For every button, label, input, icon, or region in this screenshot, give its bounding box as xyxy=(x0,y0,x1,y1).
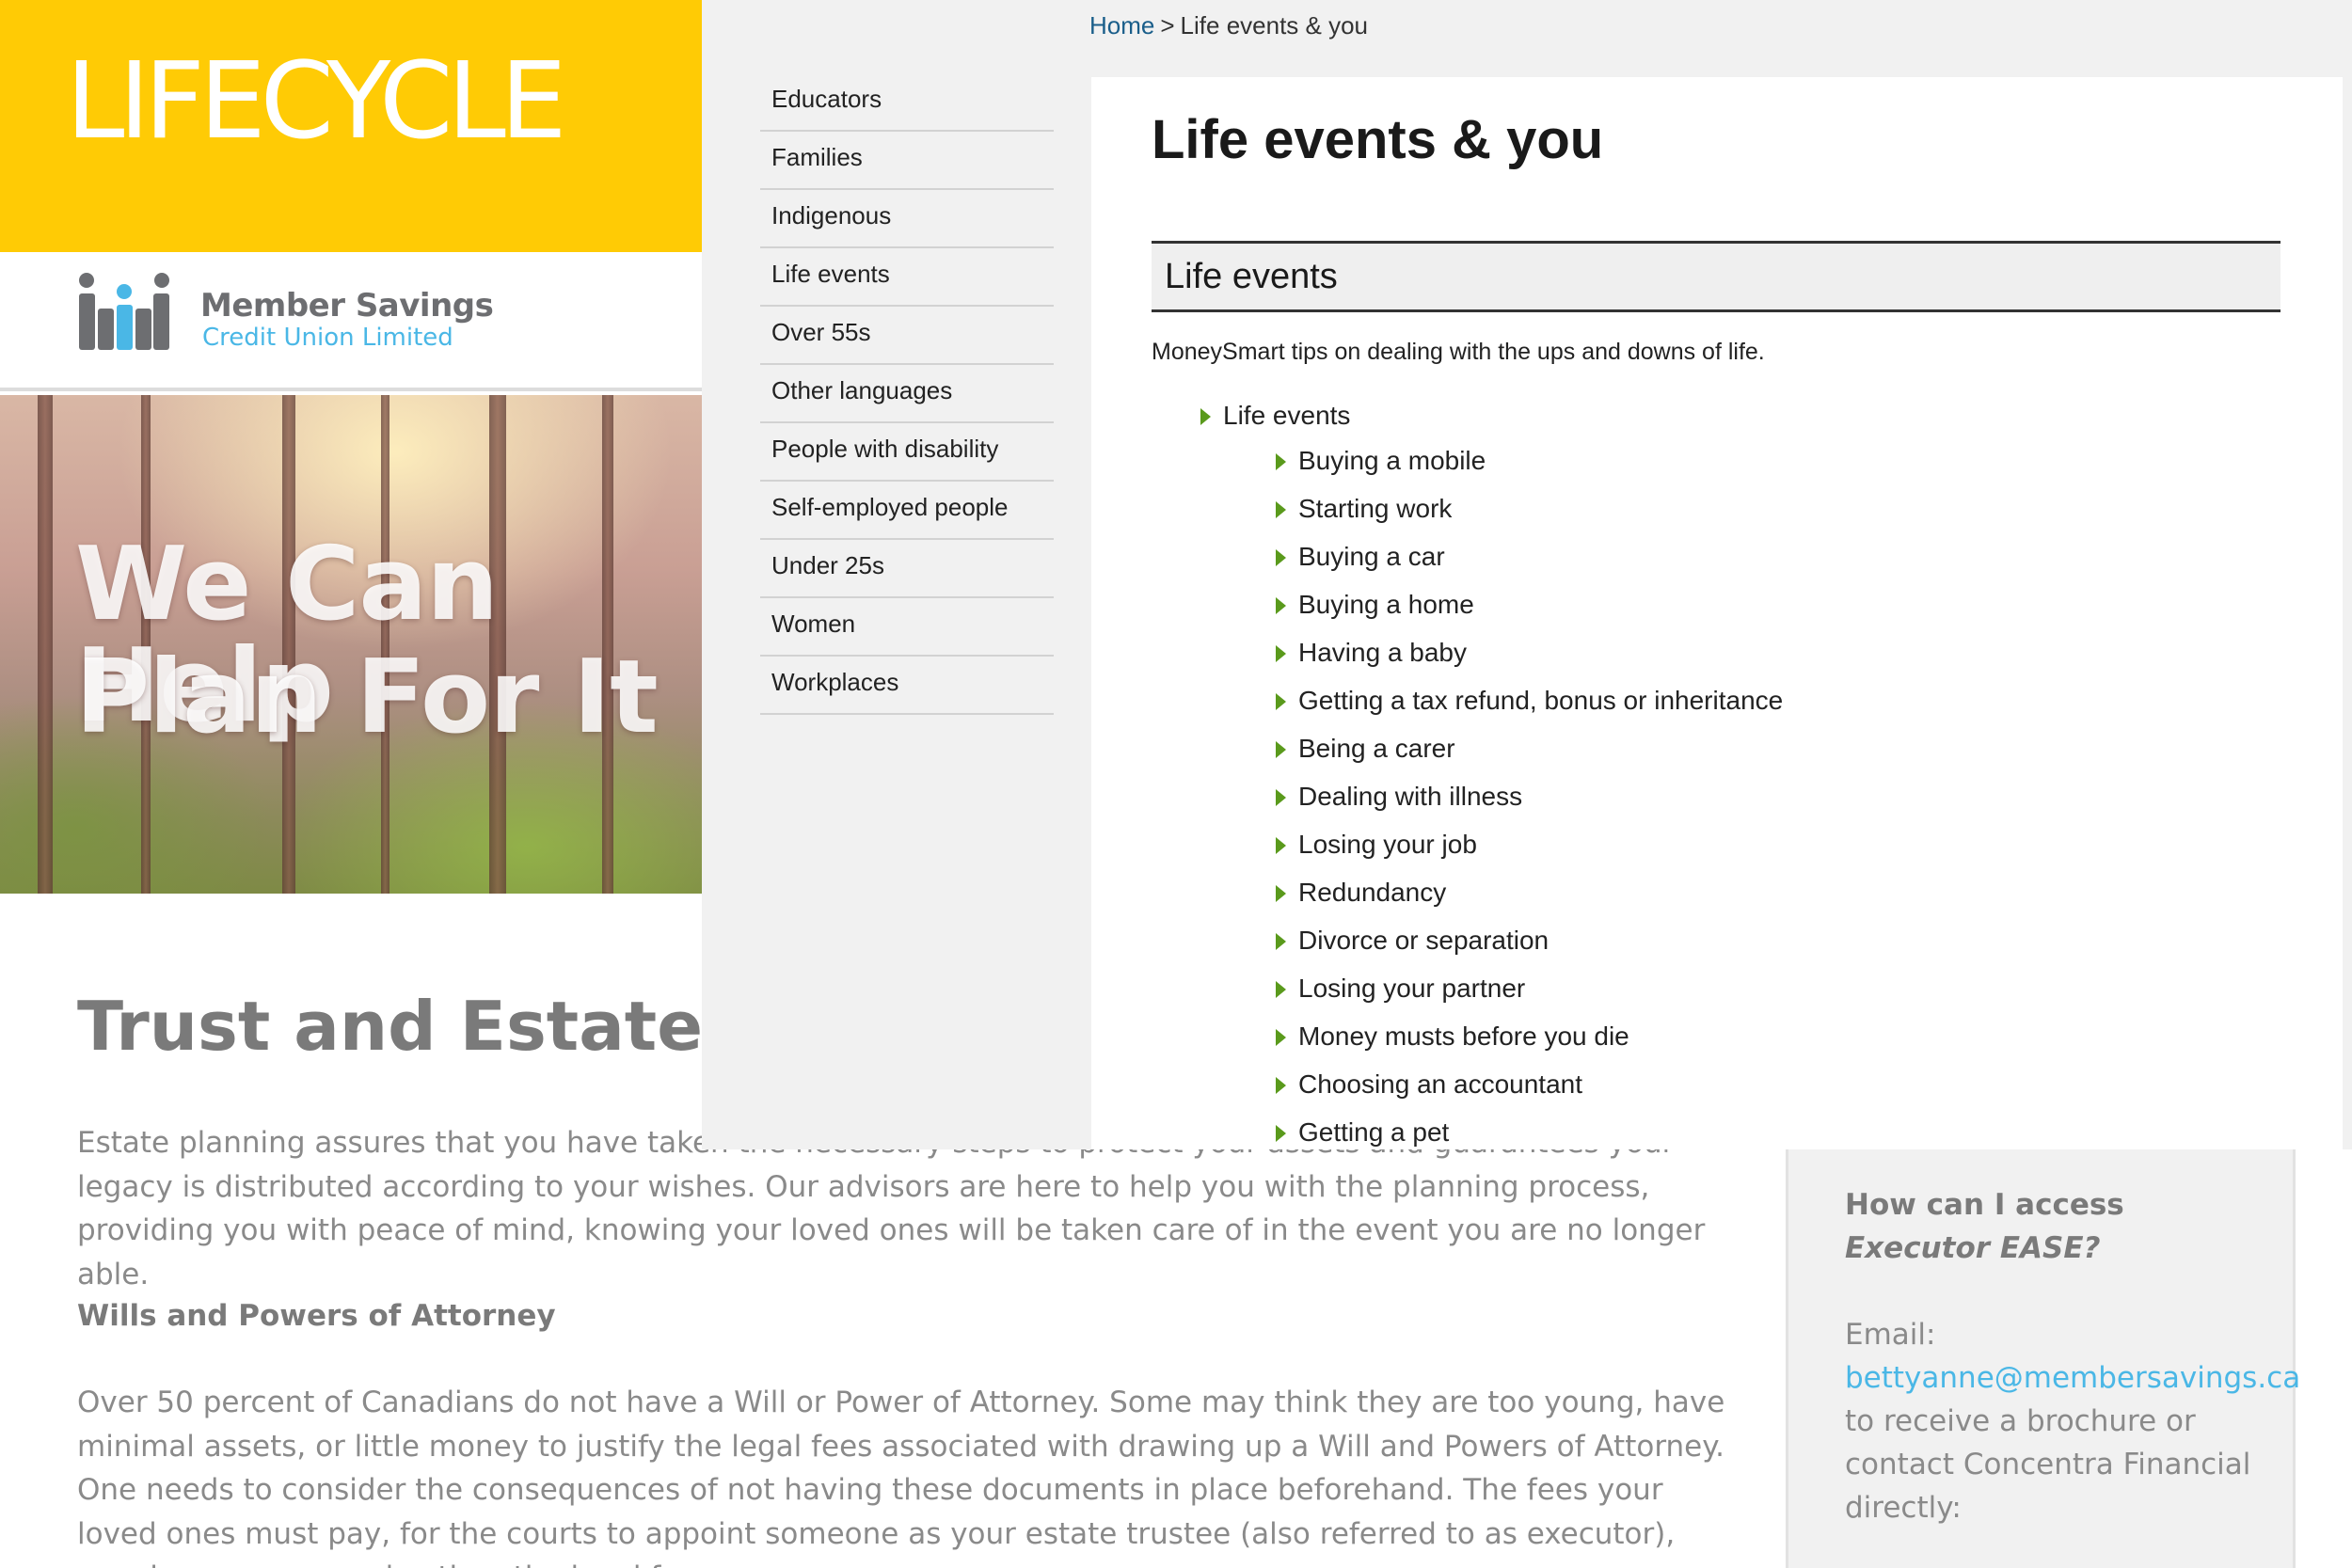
event-link[interactable]: Losing your job xyxy=(1298,832,1477,858)
hero-headline-line2: Plan For It xyxy=(75,639,659,756)
event-link[interactable]: Being a carer xyxy=(1298,736,1455,762)
nav-item-educators[interactable]: Educators xyxy=(760,73,1054,132)
event-link[interactable]: Buying a home xyxy=(1298,592,1474,618)
sidebar-question-prefix: How can I access xyxy=(1845,1188,2124,1222)
tree-arrow-icon xyxy=(1276,1077,1286,1094)
nav-item-self-employed[interactable]: Self-employed people xyxy=(760,482,1054,540)
sidebar-question-suffix: ? xyxy=(2083,1231,2101,1265)
event-link[interactable]: Dealing with illness xyxy=(1298,784,1522,810)
tree-arrow-icon xyxy=(1276,693,1286,710)
logo-subtitle: Credit Union Limited xyxy=(202,324,453,352)
executor-ease-sidebar: How can I access Executor EASE? Email: b… xyxy=(1786,1149,2300,1568)
nav-item-families[interactable]: Families xyxy=(760,132,1054,190)
tree-arrow-icon xyxy=(1276,837,1286,854)
event-link[interactable]: Getting a tax refund, bonus or inheritan… xyxy=(1298,688,1783,714)
logo-name: Member Savings xyxy=(200,287,494,325)
sidebar-question: How can I access Executor EASE? xyxy=(1845,1183,2278,1270)
event-link[interactable]: Getting a pet xyxy=(1298,1119,1449,1146)
nav-item-workplaces[interactable]: Workplaces xyxy=(760,657,1054,715)
event-link[interactable]: Buying a car xyxy=(1298,544,1445,570)
tree-arrow-icon xyxy=(1276,645,1286,662)
page-title: Life events & you xyxy=(1152,109,1604,170)
event-link[interactable]: Money musts before you die xyxy=(1298,1023,1629,1050)
wills-paragraph: Over 50 percent of Canadians do not have… xyxy=(77,1386,1725,1568)
nav-item-women[interactable]: Women xyxy=(760,598,1054,657)
section-heading: Life events xyxy=(1165,257,1338,296)
breadcrumb-home-link[interactable]: Home xyxy=(1089,11,1154,40)
nav-item-over-55s[interactable]: Over 55s xyxy=(760,307,1054,365)
audience-nav: Educators Families Indigenous Life event… xyxy=(760,73,1054,715)
moneysmart-screenshot: Home > Life events & you Educators Familie… xyxy=(702,0,2352,1149)
nav-item-life-events[interactable]: Life events xyxy=(760,248,1054,307)
sidebar-text-line: contact Concentra Financial xyxy=(1845,1448,2251,1481)
lifecycle-banner: LIFECYCLE xyxy=(0,0,702,252)
tree-arrow-icon xyxy=(1276,741,1286,758)
banner-title: LIFECYCLE xyxy=(66,40,567,163)
nav-item-other-languages[interactable]: Other languages xyxy=(760,365,1054,423)
email-link[interactable]: bettyanne@membersavings.ca xyxy=(1845,1356,2300,1400)
wills-heading: Wills and Powers of Attorney xyxy=(77,1299,556,1333)
hero-image: We Can Help Plan For It xyxy=(0,395,702,894)
sidebar-text-line: to receive a brochure or xyxy=(1845,1404,2196,1438)
tree-arrow-icon xyxy=(1276,885,1286,902)
tree-arrow-icon xyxy=(1200,408,1211,425)
sidebar-question-emphasis: Executor EASE xyxy=(1845,1231,2084,1265)
tree-arrow-icon xyxy=(1276,1029,1286,1046)
section-heading-bar: Life events xyxy=(1152,241,2280,312)
event-link[interactable]: Starting work xyxy=(1298,496,1452,522)
tree-arrow-icon xyxy=(1276,549,1286,566)
content-card: Life events & you Life events MoneySmart… xyxy=(1091,77,2343,1149)
event-link[interactable]: Divorce or separation xyxy=(1298,927,1549,954)
nav-item-under-25s[interactable]: Under 25s xyxy=(760,540,1054,598)
tree-root-link[interactable]: Life events xyxy=(1223,403,1350,429)
tree-arrow-icon xyxy=(1276,597,1286,614)
nav-item-indigenous[interactable]: Indigenous xyxy=(760,190,1054,248)
event-link[interactable]: Losing your partner xyxy=(1298,975,1525,1002)
logo-strip: Member Savings Credit Union Limited xyxy=(0,252,702,391)
event-link[interactable]: Buying a mobile xyxy=(1298,448,1486,474)
section-description: MoneySmart tips on dealing with the ups … xyxy=(1152,339,1765,365)
tree-arrow-icon xyxy=(1276,453,1286,470)
breadcrumb-separator: > xyxy=(1160,11,1175,40)
event-link[interactable]: Choosing an accountant xyxy=(1298,1071,1582,1098)
tree-arrow-icon xyxy=(1276,789,1286,806)
email-label: Email: xyxy=(1845,1318,1936,1352)
nav-item-people-with-disability[interactable]: People with disability xyxy=(760,423,1054,482)
tree-arrow-icon xyxy=(1276,933,1286,950)
tree-arrow-icon xyxy=(1276,501,1286,518)
sidebar-text-line: directly: xyxy=(1845,1491,1962,1525)
breadcrumb-current: Life events & you xyxy=(1180,11,1369,40)
breadcrumb: Home > Life events & you xyxy=(1089,11,1368,40)
member-savings-logo-icon xyxy=(79,273,169,350)
event-link[interactable]: Having a baby xyxy=(1298,640,1467,666)
tree-arrow-icon xyxy=(1276,1125,1286,1142)
event-link[interactable]: Redundancy xyxy=(1298,879,1446,906)
tree-arrow-icon xyxy=(1276,981,1286,998)
